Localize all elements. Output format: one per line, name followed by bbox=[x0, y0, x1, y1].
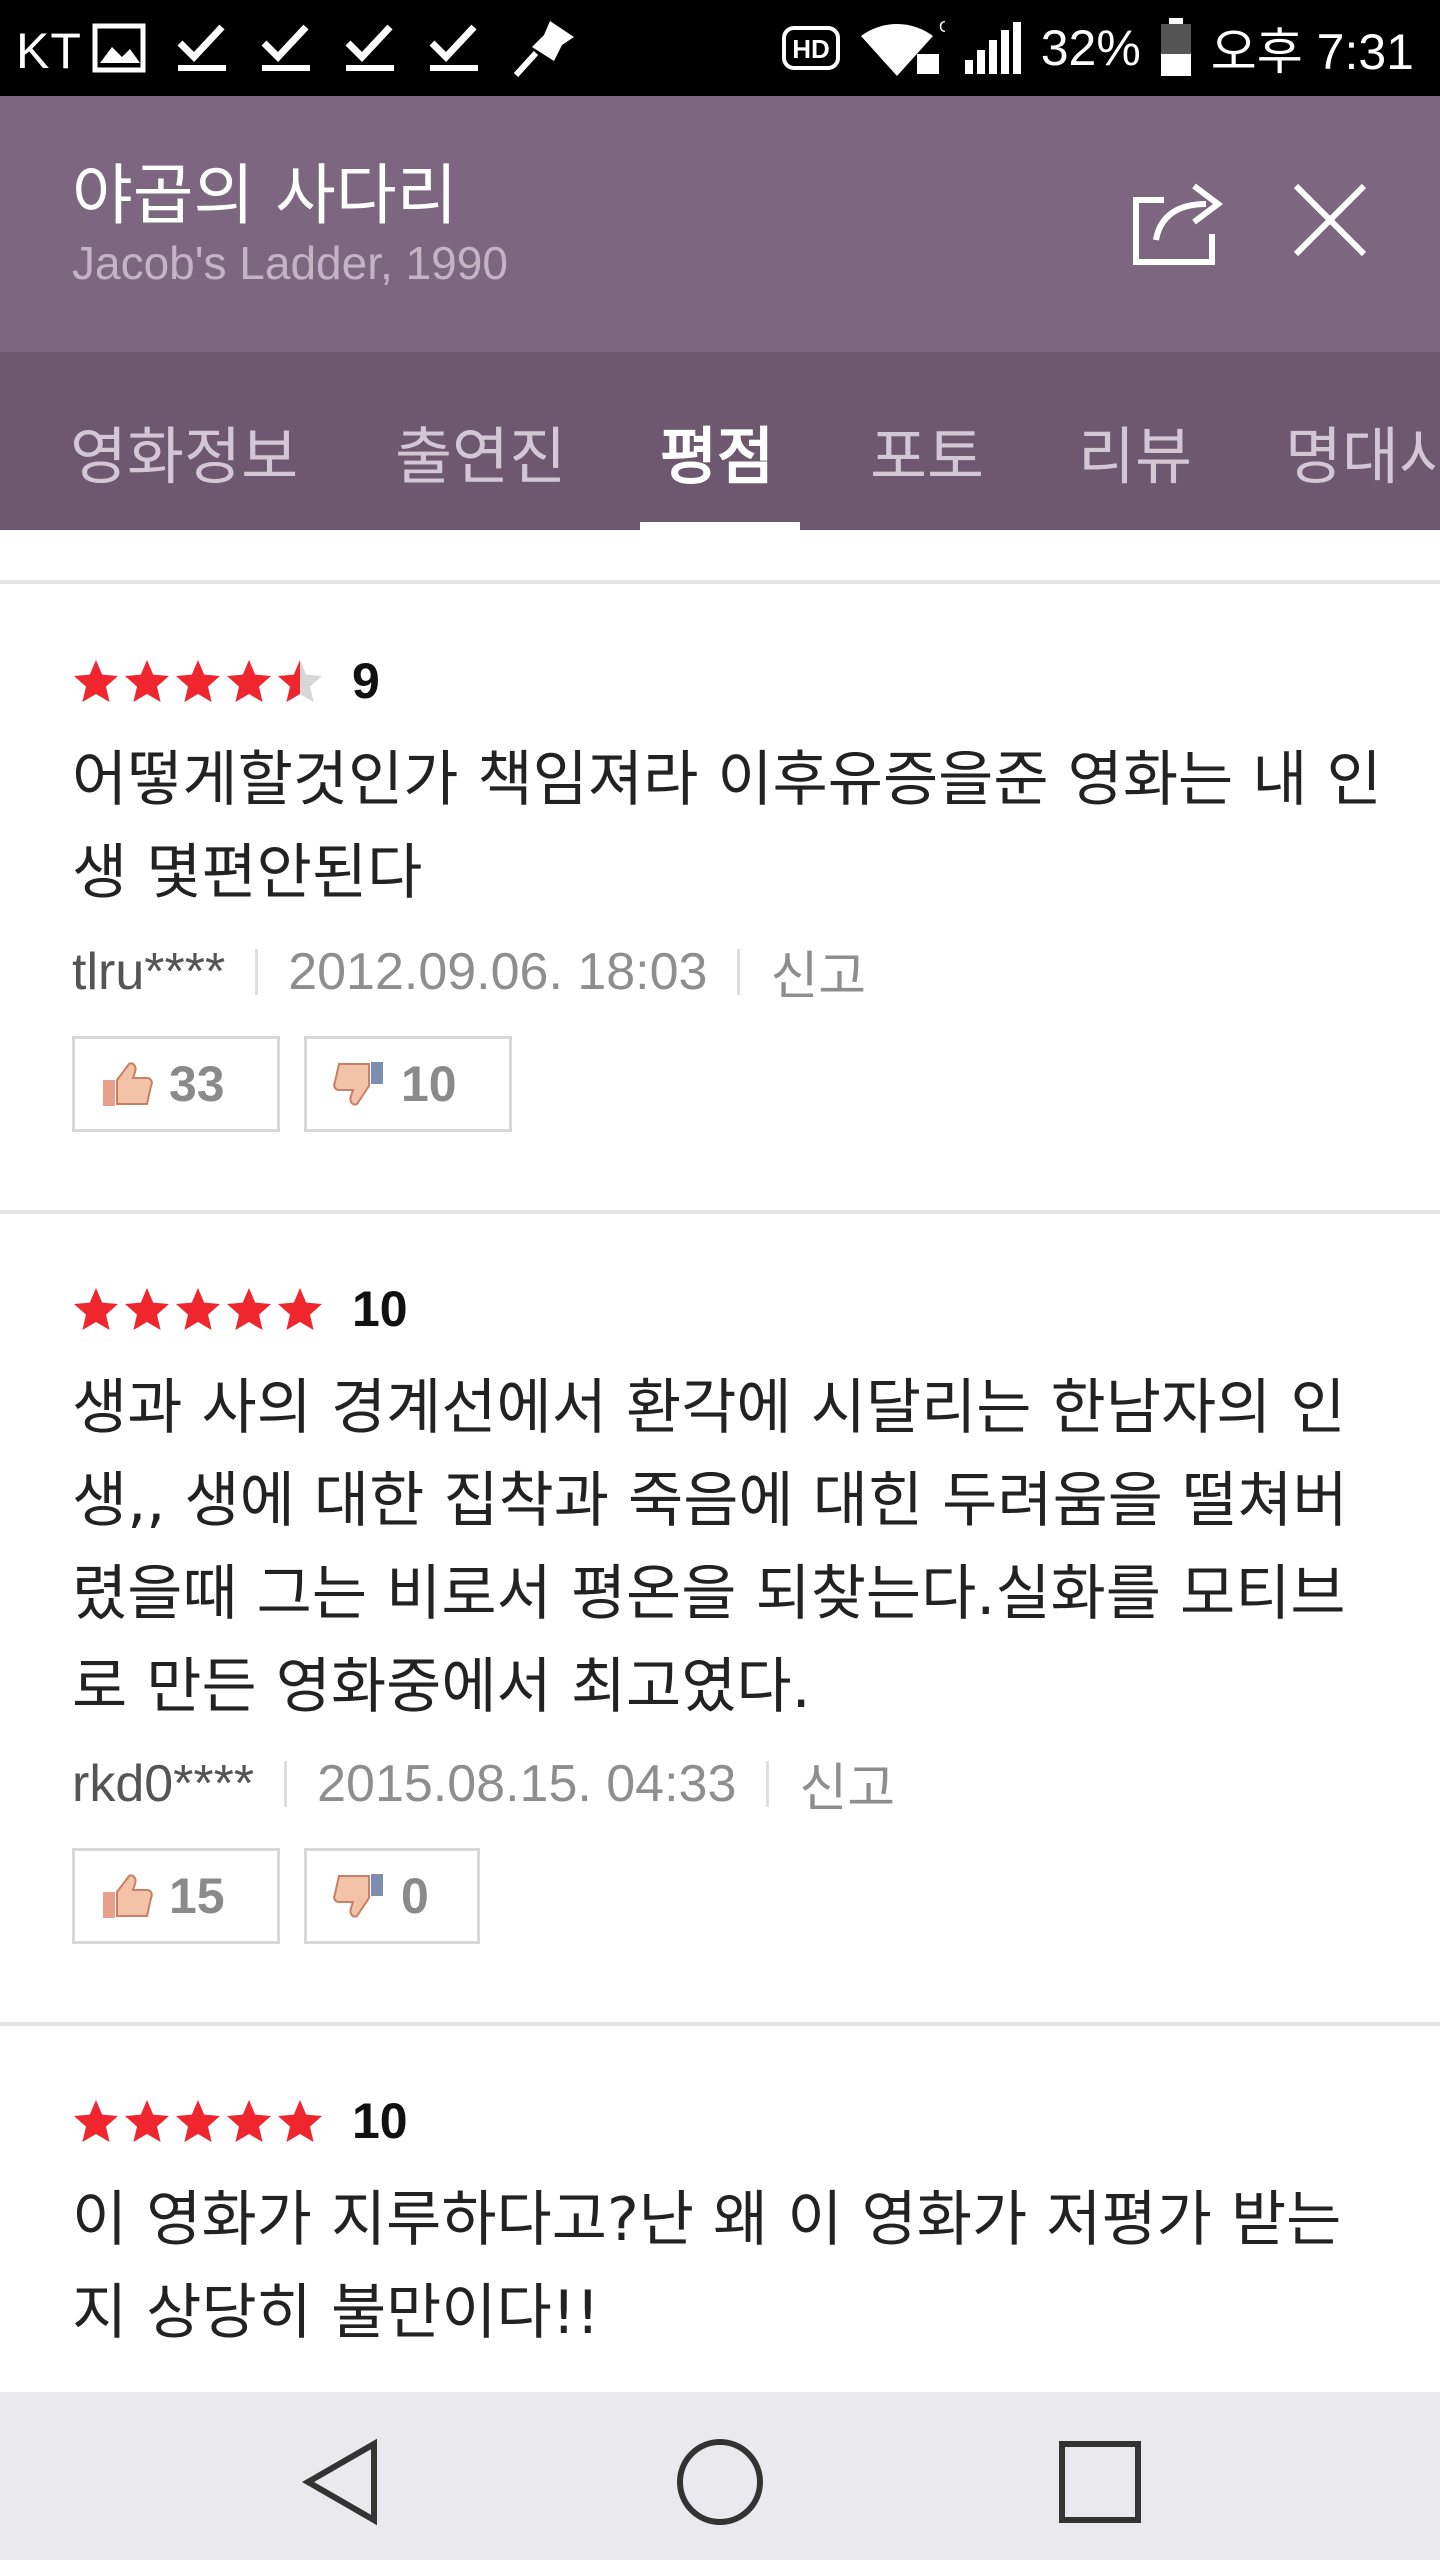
signal-icon bbox=[964, 22, 1021, 74]
divider bbox=[0, 2022, 1440, 2026]
report-link[interactable]: 신고 bbox=[799, 1746, 895, 1821]
dislike-button[interactable]: 10 bbox=[304, 1036, 512, 1132]
battery-percent: 32% bbox=[1040, 20, 1141, 76]
divider bbox=[0, 1210, 1440, 1214]
back-icon[interactable] bbox=[294, 2432, 394, 2532]
star-icon bbox=[278, 1288, 322, 1330]
half-star-icon bbox=[278, 660, 322, 702]
review-score: 10 bbox=[352, 2093, 408, 2149]
star-icon bbox=[125, 1288, 169, 1330]
star-icon bbox=[125, 660, 169, 702]
wifi-icon: G bbox=[860, 19, 945, 77]
hd-icon: HD bbox=[781, 26, 840, 70]
status-bar: KT HD G 32% 오후 7:31 bbox=[0, 0, 1440, 96]
divider bbox=[0, 580, 1440, 584]
clock: 오후 7:31 bbox=[1210, 24, 1414, 80]
recents-icon[interactable] bbox=[1050, 2432, 1150, 2532]
system-nav-bar bbox=[0, 2392, 1440, 2560]
report-link[interactable]: 신고 bbox=[770, 934, 866, 1009]
tab-photo[interactable]: 포토 bbox=[870, 406, 984, 496]
star-icon bbox=[227, 660, 271, 702]
app-header: 야곱의 사다리 Jacob's Ladder, 1990 bbox=[0, 96, 1440, 352]
battery-icon bbox=[1160, 18, 1191, 76]
thumbs-up-icon bbox=[103, 1062, 153, 1106]
like-button[interactable]: 15 bbox=[72, 1848, 280, 1944]
review-text: 어떻게할것인가 책임져라 이후유증을준 영화는 내 인생 몇편안된다 bbox=[72, 745, 1382, 908]
like-count: 33 bbox=[169, 1056, 225, 1112]
star-icon bbox=[176, 2100, 220, 2142]
home-icon[interactable] bbox=[670, 2432, 770, 2532]
review-meta: rkd0**** 2015.08.15. 04:33 신고 bbox=[72, 1746, 895, 1821]
like-button[interactable]: 33 bbox=[72, 1036, 280, 1132]
check-icon bbox=[261, 24, 310, 71]
star-icon bbox=[227, 2100, 271, 2142]
star-icon bbox=[176, 1288, 220, 1330]
star-icon bbox=[74, 2100, 118, 2142]
thumbs-down-icon bbox=[333, 1874, 383, 1918]
separator bbox=[284, 1760, 288, 1807]
review-text: 생과 사의 경계선에서 환각에 시달리는 한남자의 인생,, 생에 대한 집착과… bbox=[72, 1373, 1348, 1722]
star-icon bbox=[278, 2100, 322, 2142]
dislike-button[interactable]: 0 bbox=[304, 1848, 480, 1944]
tab-review[interactable]: 리뷰 bbox=[1078, 406, 1192, 496]
tab-cast[interactable]: 출연진 bbox=[395, 406, 566, 496]
svg-text:HD: HD bbox=[792, 34, 830, 64]
star-icon bbox=[227, 1288, 271, 1330]
image-icon bbox=[92, 23, 146, 73]
dislike-count: 10 bbox=[401, 1056, 457, 1112]
tab-bar: 영화정보 출연진 평점 포토 리뷰 명대사 bbox=[0, 352, 1440, 530]
review-text: 이 영화가 지루하다고?난 왜 이 영화가 저평가 받는지 상당히 불만이다!! bbox=[72, 2185, 1342, 2348]
svg-text:G: G bbox=[939, 19, 945, 36]
check-icon bbox=[429, 24, 478, 71]
tab-movie-info[interactable]: 영화정보 bbox=[70, 406, 298, 496]
active-tab-indicator bbox=[640, 522, 800, 530]
movie-subtitle: Jacob's Ladder, 1990 bbox=[72, 237, 508, 289]
carrier-label: KT bbox=[16, 23, 82, 79]
share-icon[interactable] bbox=[1130, 178, 1226, 268]
review-score: 9 bbox=[352, 653, 380, 709]
tab-rating[interactable]: 평점 bbox=[660, 406, 774, 496]
dislike-count: 0 bbox=[401, 1868, 429, 1924]
review-user: tlru**** bbox=[72, 942, 226, 1001]
star-icon bbox=[176, 660, 220, 702]
like-count: 15 bbox=[169, 1868, 225, 1924]
close-icon[interactable] bbox=[1290, 180, 1370, 260]
review-score: 10 bbox=[352, 1281, 408, 1337]
thumbs-down-icon bbox=[333, 1062, 383, 1106]
star-icon bbox=[125, 2100, 169, 2142]
movie-title: 야곱의 사다리 bbox=[72, 157, 458, 234]
star-icon bbox=[74, 660, 118, 702]
star-rating bbox=[72, 652, 327, 712]
check-icon bbox=[177, 24, 226, 71]
star-rating bbox=[72, 1280, 327, 1340]
pin-icon bbox=[513, 21, 574, 78]
thumbs-up-icon bbox=[103, 1874, 153, 1918]
star-rating bbox=[72, 2092, 327, 2152]
review-date: 2012.09.06. 18:03 bbox=[288, 942, 708, 1001]
separator bbox=[255, 948, 259, 995]
review-user: rkd0**** bbox=[72, 1754, 255, 1813]
separator bbox=[737, 948, 741, 995]
check-icon bbox=[345, 24, 394, 71]
separator bbox=[766, 1760, 770, 1807]
star-icon bbox=[74, 1288, 118, 1330]
review-meta: tlru**** 2012.09.06. 18:03 신고 bbox=[72, 934, 866, 1009]
review-date: 2015.08.15. 04:33 bbox=[317, 1754, 737, 1813]
tab-quotes[interactable]: 명대사 bbox=[1285, 406, 1440, 496]
